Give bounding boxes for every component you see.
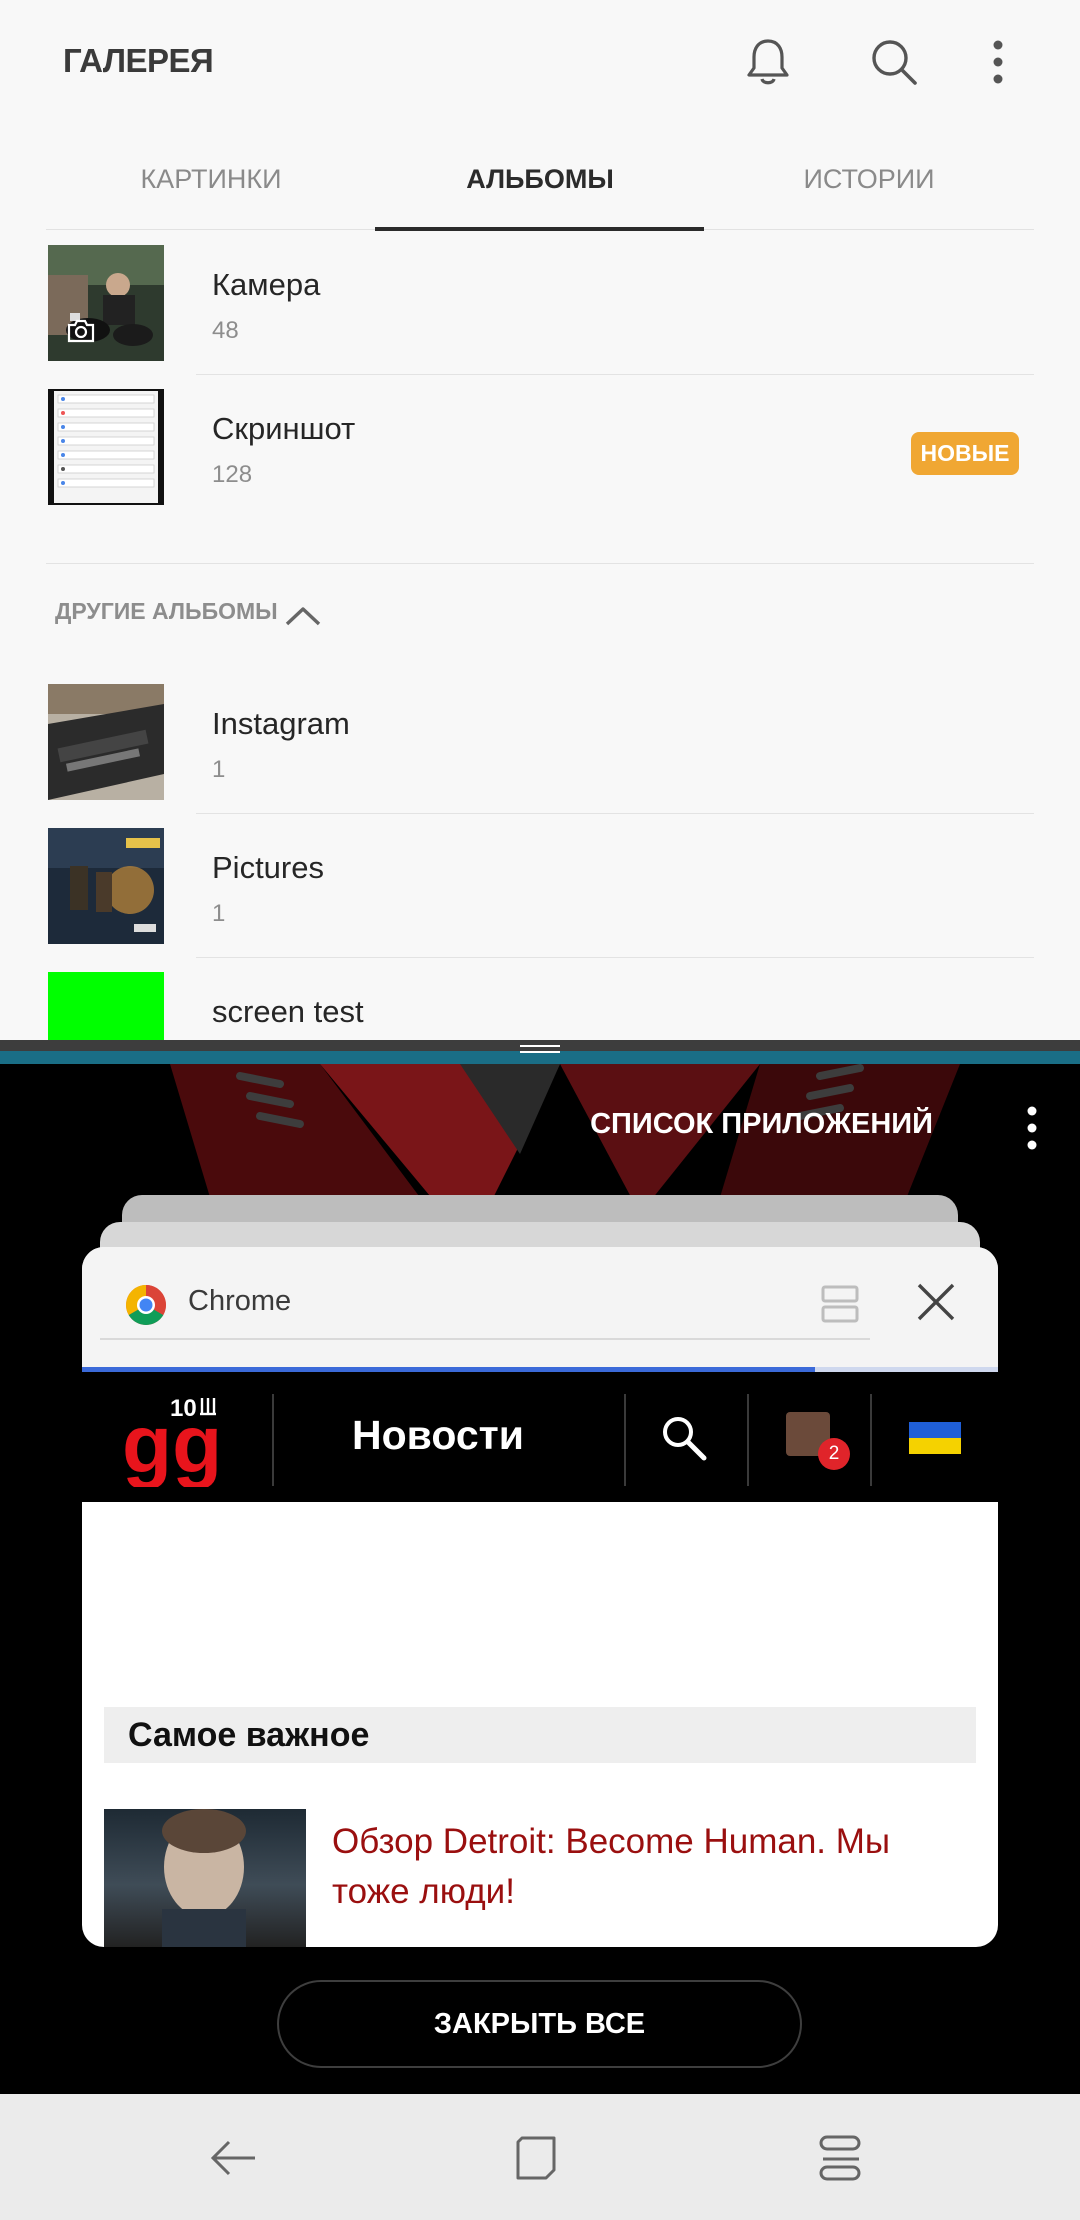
notification-badge: 2 <box>818 1438 850 1470</box>
logo-anniversary: 10 <box>170 1395 197 1422</box>
card-header: Chrome <box>82 1247 998 1367</box>
chrome-app-card[interactable]: Chrome gg 10 Новости 2 Самое важное Обзо… <box>82 1247 998 1947</box>
split-screen-divider[interactable] <box>0 1040 1080 1064</box>
split-screen-icon[interactable] <box>815 1279 865 1329</box>
album-count: 1 <box>212 756 226 783</box>
section-heading: Самое важное <box>104 1707 976 1763</box>
chrome-logo-icon <box>126 1285 166 1325</box>
recent-apps: СПИСОК ПРИЛОЖЕНИЙ Chrome gg 10 Новости 2… <box>0 1064 1080 2094</box>
divider <box>196 813 1034 814</box>
screen: ГАЛЕРЕЯ КАРТИНКИ АЛЬБОМЫ ИСТОРИИ Камера … <box>0 0 1080 2220</box>
divider <box>196 957 1034 958</box>
tab-bar: КАРТИНКИ АЛЬБОМЫ ИСТОРИИ <box>46 150 1034 231</box>
album-name: Pictures <box>212 850 324 885</box>
search-icon[interactable] <box>658 1412 710 1464</box>
album-thumbnail <box>48 972 164 1040</box>
article-link[interactable]: Обзор Detroit: Become Human. Мы тоже люд… <box>332 1817 962 1917</box>
new-badge: НОВЫЕ <box>911 432 1019 475</box>
album-camera[interactable]: Камера 48 <box>0 245 1080 389</box>
album-name: screen test <box>212 994 364 1029</box>
gallery-app: ГАЛЕРЕЯ КАРТИНКИ АЛЬБОМЫ ИСТОРИИ Камера … <box>0 0 1080 1040</box>
tab-stories[interactable]: ИСТОРИИ <box>704 150 1034 230</box>
drag-handle-icon[interactable] <box>520 1043 560 1055</box>
chevron-up-icon[interactable] <box>284 604 322 628</box>
bell-icon[interactable] <box>738 32 798 92</box>
back-icon[interactable] <box>202 2126 266 2190</box>
camera-icon <box>67 319 95 343</box>
app-title: ГАЛЕРЕЯ <box>63 42 214 79</box>
other-albums-header[interactable]: ДРУГИЕ АЛЬБОМЫ <box>55 598 278 625</box>
album-pictures[interactable]: Pictures 1 <box>0 828 1080 972</box>
home-icon[interactable] <box>504 2126 568 2190</box>
gg-logo: gg 10 <box>122 1395 222 1487</box>
more-vertical-icon[interactable] <box>1002 1098 1062 1158</box>
ukraine-flag-icon[interactable] <box>909 1422 961 1454</box>
recents-icon[interactable] <box>808 2126 872 2190</box>
site-header: gg 10 Новости 2 <box>82 1372 998 1502</box>
album-count: 48 <box>212 317 239 344</box>
close-all-button[interactable]: ЗАКРЫТЬ ВСЕ <box>277 1980 802 2068</box>
search-icon[interactable] <box>864 32 924 92</box>
album-name: Камера <box>212 267 321 302</box>
close-icon[interactable] <box>911 1277 961 1327</box>
album-thumbnail <box>48 245 164 361</box>
tab-albums[interactable]: АЛЬБОМЫ <box>375 150 705 230</box>
site-section-title: Новости <box>352 1412 524 1458</box>
recents-title: СПИСОК ПРИЛОЖЕНИЙ <box>590 1108 933 1140</box>
album-screen-test[interactable]: screen test <box>0 972 1080 1040</box>
album-name: Instagram <box>212 706 350 741</box>
section-heading-label: Самое важное <box>128 1716 370 1754</box>
app-name: Chrome <box>188 1285 292 1317</box>
album-thumbnail <box>48 684 164 800</box>
tab-pictures[interactable]: КАРТИНКИ <box>46 150 376 230</box>
navigation-bar <box>0 2094 1080 2220</box>
album-thumbnail <box>48 828 164 944</box>
article-thumbnail <box>104 1809 306 1947</box>
divider <box>196 374 1034 375</box>
more-vertical-icon[interactable] <box>968 32 1028 92</box>
section-divider <box>46 563 1034 564</box>
album-thumbnail <box>48 389 164 505</box>
album-name: Скриншот <box>212 411 356 446</box>
album-count: 1 <box>212 900 226 927</box>
album-instagram[interactable]: Instagram 1 <box>0 684 1080 828</box>
active-tab-indicator <box>375 227 704 231</box>
album-screenshots[interactable]: Скриншот 128 НОВЫЕ <box>0 389 1080 533</box>
album-count: 128 <box>212 461 253 488</box>
